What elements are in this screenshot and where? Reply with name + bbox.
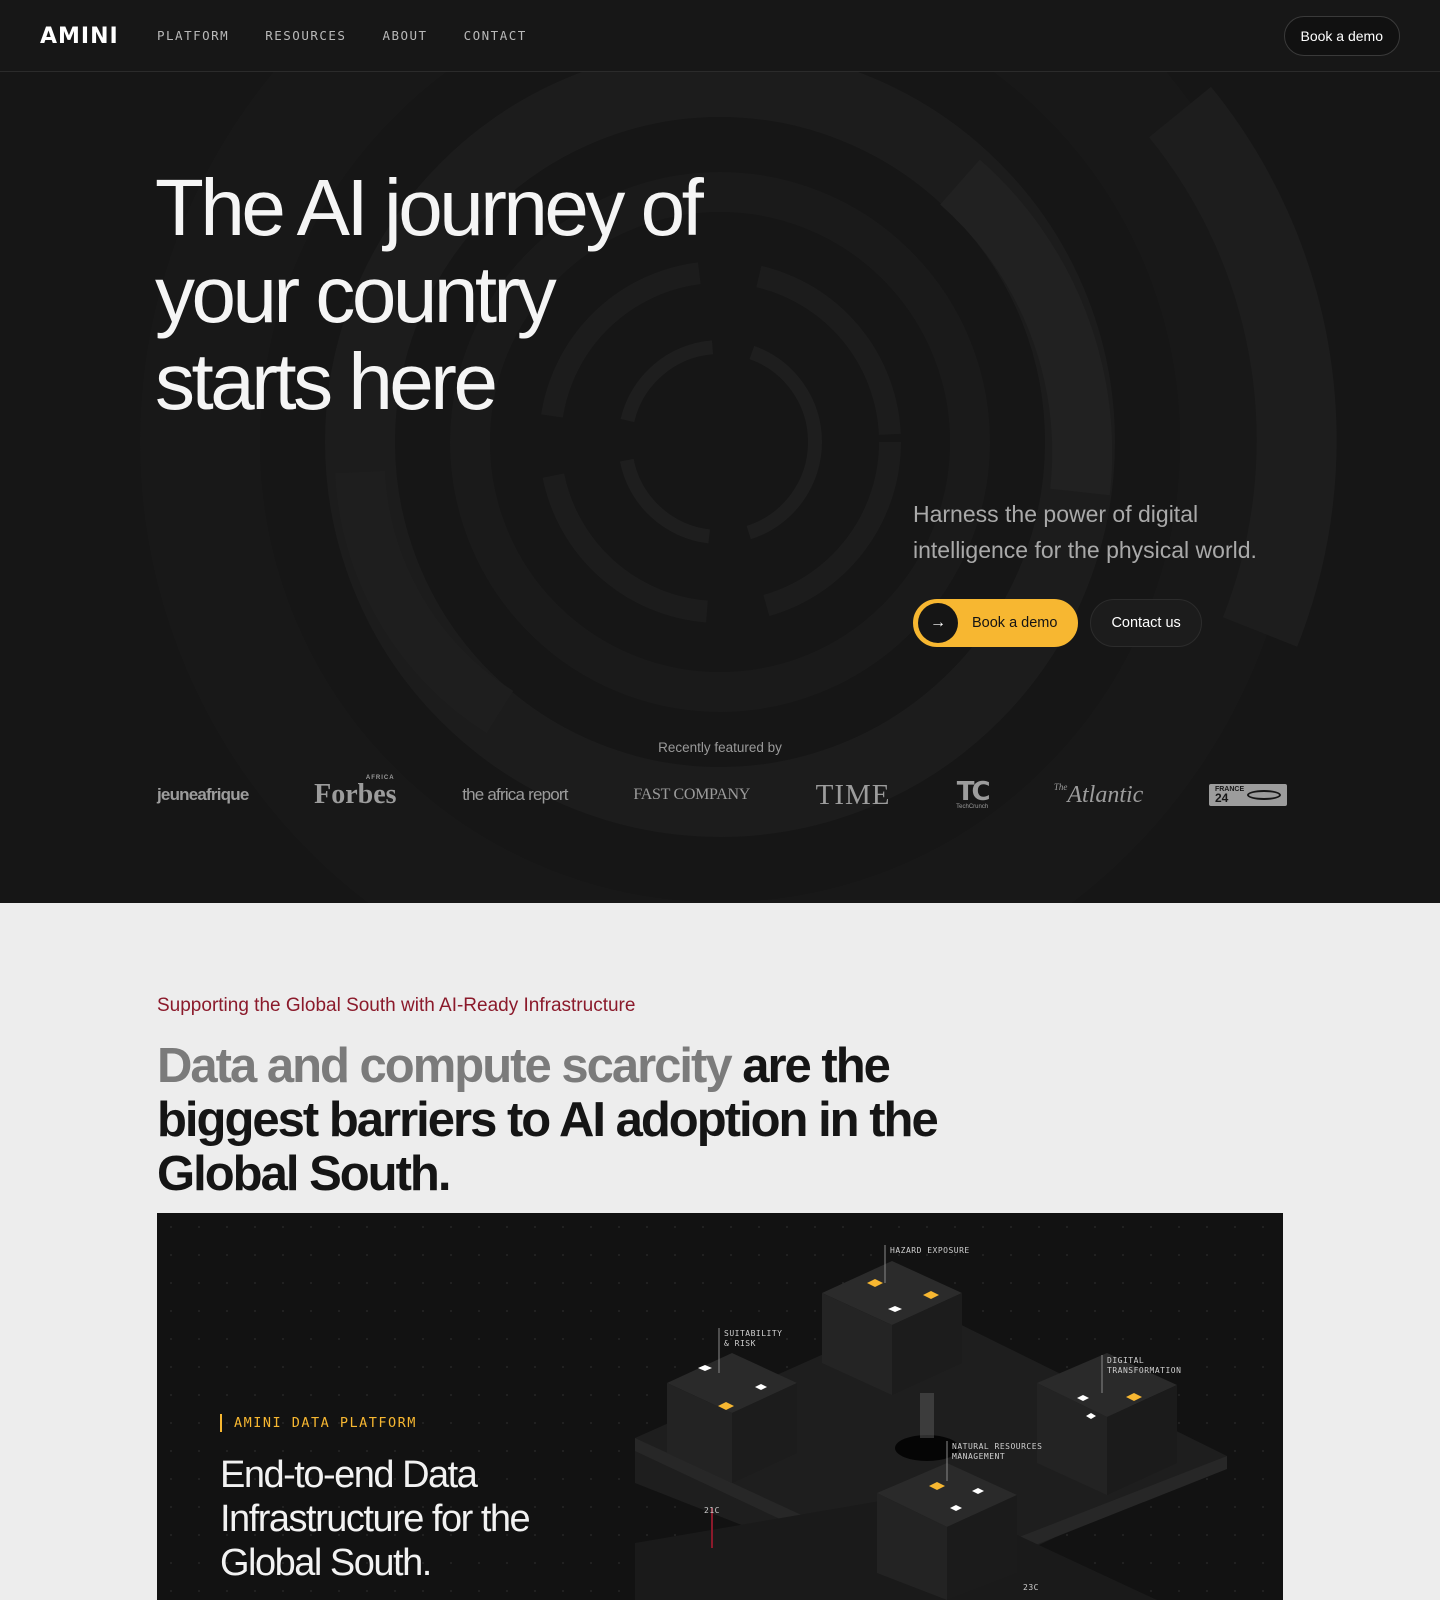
- fast-company-logo: FAST COMPANY: [633, 786, 750, 803]
- hero-contact-button[interactable]: Contact us: [1090, 599, 1202, 647]
- label-temp-23c: 23C: [1023, 1583, 1039, 1592]
- section-eyebrow: Supporting the Global South with AI-Read…: [157, 995, 636, 1016]
- arrow-right-icon: →: [918, 603, 958, 643]
- label-digital: DIGITAL: [1107, 1356, 1144, 1365]
- hero-book-demo-label: Book a demo: [972, 615, 1058, 631]
- techcrunch-mark: TC: [956, 777, 991, 807]
- atlantic-the: The: [1053, 781, 1068, 792]
- the-atlantic-logo: TheAtlantic: [1054, 782, 1143, 809]
- global-south-section: Supporting the Global South with AI-Read…: [0, 903, 1440, 1600]
- nav-platform[interactable]: PLATFORM: [157, 28, 229, 43]
- hero-title-line-1: The AI journey of: [155, 163, 704, 252]
- press-logos: jeuneafrique Forbes AFRICA the africa re…: [157, 772, 1287, 818]
- forbes-africa-sub: AFRICA: [365, 775, 395, 781]
- nav-resources[interactable]: RESOURCES: [265, 28, 346, 43]
- main-nav: PLATFORM RESOURCES ABOUT CONTACT: [157, 28, 527, 43]
- label-temp-21c: 21C: [704, 1506, 720, 1515]
- france24-num: 24: [1214, 791, 1229, 805]
- africa-report-logo: the africa report: [462, 785, 568, 804]
- header-book-demo-button[interactable]: Book a demo: [1283, 16, 1400, 56]
- hero-subtitle: Harness the power of digital intelligenc…: [913, 501, 1257, 563]
- platform-title: End-to-end Data Infrastructure for the G…: [220, 1454, 531, 1584]
- nav-contact[interactable]: CONTACT: [464, 28, 527, 43]
- techcrunch-logo: TC TechCrunch: [956, 777, 991, 810]
- france24-swoosh-icon: [1246, 790, 1281, 800]
- hero-book-demo-button[interactable]: → Book a demo: [913, 599, 1079, 647]
- featured-label: Recently featured by: [658, 740, 782, 755]
- france24-logo: FRANCE 24: [1208, 784, 1287, 806]
- label-suitability: SUITABILITY: [724, 1329, 782, 1338]
- hero-title: The AI journey of your country starts he…: [155, 164, 775, 425]
- hero-section: The AI journey of your country starts he…: [0, 72, 1440, 903]
- jeune-afrique-logo: jeuneafrique: [157, 785, 249, 804]
- forbes-wordmark: Forbes: [314, 779, 397, 810]
- site-header: AMINI PLATFORM RESOURCES ABOUT CONTACT B…: [0, 0, 1440, 72]
- nav-about[interactable]: ABOUT: [382, 28, 427, 43]
- platform-tag: AMINI DATA PLATFORM: [220, 1414, 417, 1432]
- hero-title-line-3: starts here: [155, 337, 498, 426]
- platform-card: HAZARD EXPOSURE SUITABILITY & RISK DIGIT…: [157, 1213, 1283, 1600]
- time-logo: TIME: [815, 778, 891, 811]
- amini-logo[interactable]: AMINI: [40, 24, 119, 49]
- atlantic-wordmark: Atlantic: [1067, 781, 1144, 808]
- hero-cta-row: → Book a demo Contact us: [913, 599, 1202, 647]
- hero-title-line-2: your country: [155, 250, 557, 339]
- headline-muted: Data and compute scarcity: [157, 1039, 733, 1093]
- label-risk: & RISK: [724, 1339, 756, 1348]
- techcrunch-sub: TechCrunch: [956, 804, 989, 810]
- label-management: MANAGEMENT: [952, 1452, 1005, 1461]
- label-hazard-exposure: HAZARD EXPOSURE: [890, 1246, 970, 1255]
- label-transformation: TRANSFORMATION: [1107, 1366, 1181, 1375]
- section-headline: Data and compute scarcity are the bigges…: [157, 1039, 1037, 1201]
- label-natural-resources: NATURAL RESOURCES: [952, 1442, 1042, 1451]
- forbes-africa-logo: Forbes AFRICA: [314, 775, 397, 811]
